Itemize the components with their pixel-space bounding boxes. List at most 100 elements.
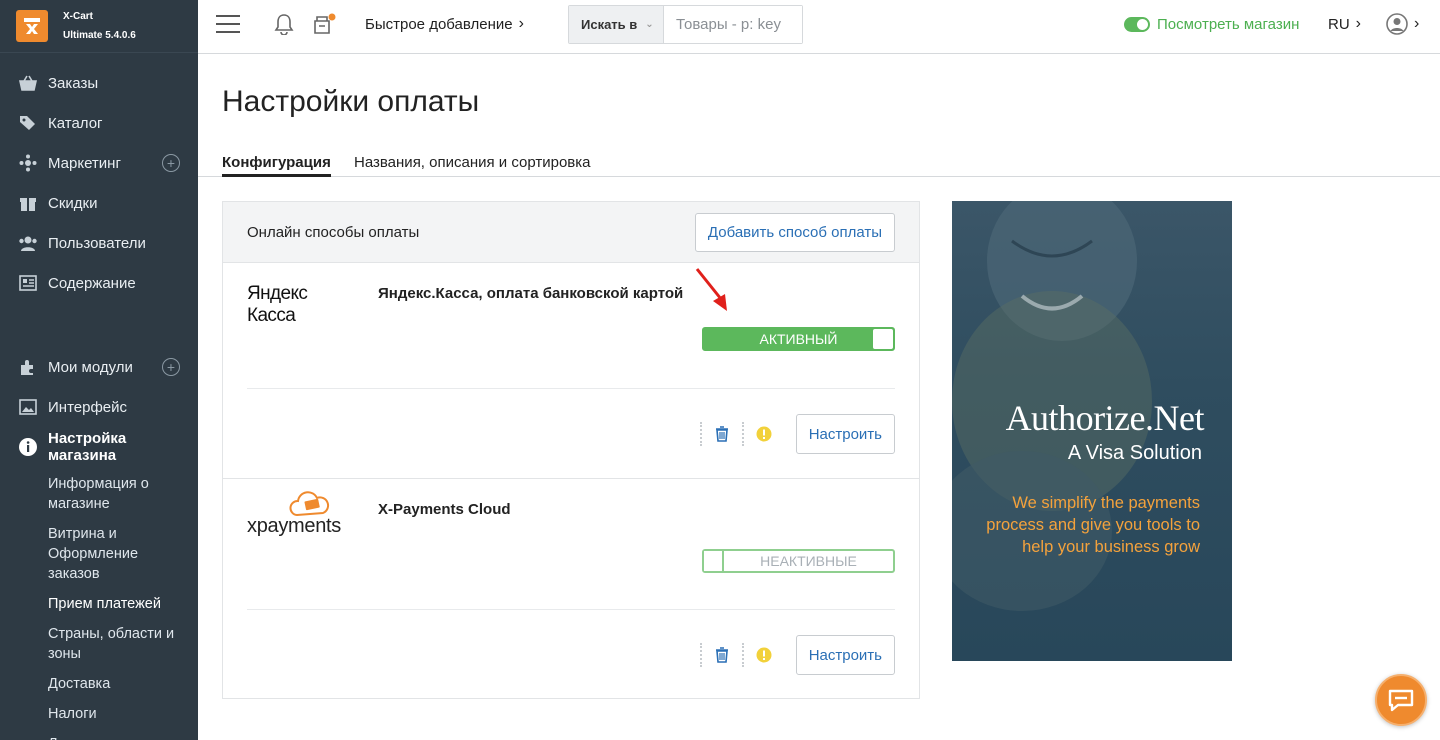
panel-header: Онлайн способы оплаты Добавить способ оп… bbox=[223, 202, 919, 263]
yandex-kassa-logo-text: Яндекс Касса bbox=[247, 283, 308, 326]
sidebar-item-discounts[interactable]: Скидки bbox=[0, 183, 198, 223]
status-toggle-active[interactable]: АКТИВНЫЙ bbox=[702, 327, 895, 351]
chevron-right-icon: › bbox=[1414, 15, 1420, 32]
configure-button[interactable]: Настроить bbox=[795, 414, 895, 454]
nav-spacer bbox=[0, 303, 198, 347]
sidebar-subitem-shipping[interactable]: Доставка bbox=[0, 669, 198, 699]
online-payment-methods-panel: Онлайн способы оплаты Добавить способ оп… bbox=[222, 201, 920, 699]
sidebar-item-label: Интерфейс bbox=[48, 398, 128, 416]
brand-name: X-Cart bbox=[63, 11, 94, 22]
sidebar-item-label: Маркетинг bbox=[48, 154, 121, 172]
configure-button[interactable]: Настроить bbox=[795, 635, 895, 675]
sidebar-subitem-localization[interactable]: Локализация bbox=[0, 729, 198, 740]
xpayments-logo-text: xpayments bbox=[247, 515, 342, 537]
expand-plus-icon[interactable]: + bbox=[162, 358, 180, 376]
chevron-right-icon: › bbox=[1355, 15, 1361, 32]
banner-copy: We simplify the payments process and giv… bbox=[986, 494, 1200, 556]
trash-icon[interactable] bbox=[712, 645, 732, 665]
payment-method-name: Яндекс.Касса, оплата банковской картой bbox=[378, 285, 684, 302]
chat-bubble-icon bbox=[1388, 689, 1414, 712]
expand-plus-icon[interactable]: + bbox=[162, 154, 180, 172]
chevron-right-icon: › bbox=[518, 15, 524, 32]
sidebar-item-interface[interactable]: Интерфейс bbox=[0, 387, 198, 427]
content-icon bbox=[18, 273, 38, 293]
sidebar-item-store-settings[interactable]: Настройка магазина bbox=[0, 427, 198, 467]
info-icon bbox=[18, 437, 38, 457]
search-scope-select[interactable]: Искать в ⌄ bbox=[569, 6, 664, 43]
view-store-label: Посмотреть магазин bbox=[1157, 15, 1300, 33]
view-store-link[interactable]: Посмотреть магазин bbox=[1124, 0, 1299, 48]
sidebar-subitem-payments[interactable]: Прием платежей bbox=[0, 589, 198, 619]
sidebar-item-label: Настройка магазина bbox=[48, 430, 127, 464]
notifications-button[interactable] bbox=[274, 0, 294, 48]
quick-add-menu[interactable]: Быстрое добавление › bbox=[365, 0, 524, 48]
xpayments-cloud-icon bbox=[289, 491, 330, 517]
orders-icon bbox=[18, 73, 38, 93]
search-box: Искать в ⌄ bbox=[568, 5, 803, 44]
menu-toggle-button[interactable] bbox=[216, 0, 240, 48]
sidebar-subitem-store-info[interactable]: Информация о магазине bbox=[0, 469, 198, 519]
hamburger-icon bbox=[216, 15, 240, 33]
image-icon bbox=[18, 397, 38, 417]
xpayments-logo: xpayments bbox=[247, 491, 357, 537]
yandex-kassa-logo: Яндекс Касса bbox=[247, 283, 357, 326]
sidebar-item-label: Скидки bbox=[48, 194, 98, 212]
language-selector[interactable]: RU › bbox=[1328, 0, 1361, 48]
bell-icon bbox=[274, 14, 294, 35]
payment-method-row: xpayments X-Payments Cloud НЕАКТИВНЫЕ На… bbox=[223, 479, 919, 695]
toggle-knob bbox=[704, 551, 724, 571]
divider bbox=[247, 388, 895, 389]
warning-icon bbox=[754, 424, 774, 444]
search-scope-label: Искать в bbox=[581, 17, 638, 32]
sidebar-item-content[interactable]: Содержание bbox=[0, 263, 198, 303]
language-label: RU bbox=[1328, 15, 1350, 33]
tab-names-descriptions[interactable]: Названия, описания и сортировка bbox=[354, 151, 591, 177]
payment-method-name: X-Payments Cloud bbox=[378, 501, 511, 518]
marketplace-icon bbox=[314, 13, 336, 34]
marketplace-button[interactable] bbox=[313, 0, 337, 48]
tabs: Конфигурация Названия, описания и сортир… bbox=[198, 151, 1440, 177]
sidebar-item-label: Заказы bbox=[48, 74, 99, 92]
authorize-net-banner[interactable]: Authorize.Net A Visa Solution We simplif… bbox=[952, 201, 1232, 661]
sidebar-item-modules[interactable]: Мои модули + bbox=[0, 347, 198, 387]
add-payment-method-button[interactable]: Добавить способ оплаты bbox=[694, 213, 895, 252]
sidebar-item-users[interactable]: Пользователи bbox=[0, 223, 198, 263]
page-title: Настройки оплаты bbox=[222, 85, 480, 118]
divider-dots bbox=[699, 643, 702, 667]
sidebar-item-label: Содержание bbox=[48, 274, 136, 292]
sidebar-item-catalog[interactable]: Каталог bbox=[0, 103, 198, 143]
panel-title: Онлайн способы оплаты bbox=[247, 223, 420, 241]
payment-method-row: Яндекс Касса Яндекс.Касса, оплата банков… bbox=[223, 263, 919, 479]
divider bbox=[247, 609, 895, 610]
trash-icon[interactable] bbox=[712, 424, 732, 444]
chevron-down-icon: ⌄ bbox=[645, 19, 654, 30]
tab-configuration[interactable]: Конфигурация bbox=[222, 151, 331, 177]
sidebar: X-Cart Ultimate 5.4.0.6 Заказы Каталог М… bbox=[0, 0, 198, 740]
sidebar-subitem-storefront[interactable]: Витрина и Оформление заказов bbox=[0, 519, 198, 589]
sidebar-item-marketing[interactable]: Маркетинг + bbox=[0, 143, 198, 183]
search-input[interactable] bbox=[664, 6, 802, 43]
toggle-knob bbox=[873, 329, 893, 349]
puzzle-icon bbox=[18, 357, 38, 377]
profile-menu[interactable]: › bbox=[1386, 0, 1419, 48]
method-actions: Настроить bbox=[690, 414, 895, 454]
banner-subtitle: A Visa Solution bbox=[1067, 442, 1202, 464]
brand[interactable]: X-Cart Ultimate 5.4.0.6 bbox=[0, 0, 198, 53]
xcart-logo-icon bbox=[16, 10, 48, 42]
sidebar-item-label: Каталог bbox=[48, 114, 103, 132]
store-toggle-icon bbox=[1124, 16, 1150, 32]
user-avatar-icon bbox=[1386, 13, 1408, 35]
sidebar-subitem-countries[interactable]: Страны, области и зоны bbox=[0, 619, 198, 669]
marketing-icon bbox=[18, 153, 38, 173]
divider-dots bbox=[741, 422, 744, 446]
status-label: АКТИВНЫЙ bbox=[759, 331, 838, 347]
users-icon bbox=[18, 233, 38, 253]
top-header: Быстрое добавление › Искать в ⌄ Посмотре… bbox=[198, 0, 1440, 54]
sidebar-subitem-taxes[interactable]: Налоги bbox=[0, 699, 198, 729]
divider-dots bbox=[741, 643, 744, 667]
status-toggle-inactive[interactable]: НЕАКТИВНЫЕ bbox=[702, 549, 895, 573]
chat-button[interactable] bbox=[1375, 674, 1427, 726]
sidebar-item-label: Пользователи bbox=[48, 234, 146, 252]
sidebar-item-orders[interactable]: Заказы bbox=[0, 63, 198, 103]
brand-version: Ultimate 5.4.0.6 bbox=[63, 30, 136, 41]
